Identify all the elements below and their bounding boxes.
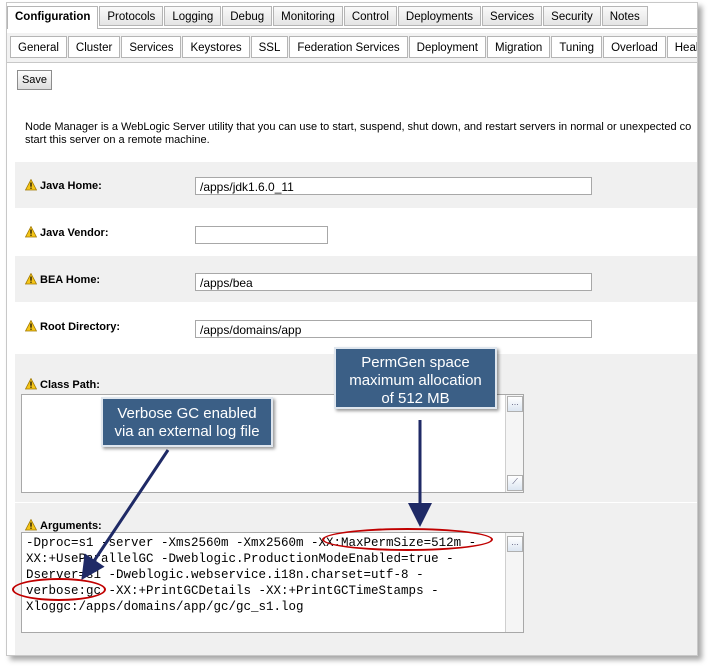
verbose-callout-line: via an external log file — [114, 423, 260, 440]
permgen-callout: PermGen space maximum allocation of 512 … — [334, 347, 497, 409]
permgen-callout-line: maximum allocation — [349, 372, 482, 389]
permgen-callout-line: of 512 MB — [381, 390, 450, 407]
verbose-callout-line: Verbose GC enabled — [117, 405, 257, 422]
annotation-arrows — [81, 420, 432, 580]
permgen-callout-line: PermGen space — [361, 354, 470, 371]
verbose-gc-callout: Verbose GC enabled via an external log f… — [101, 397, 273, 447]
verbose-arrow — [81, 449, 170, 580]
